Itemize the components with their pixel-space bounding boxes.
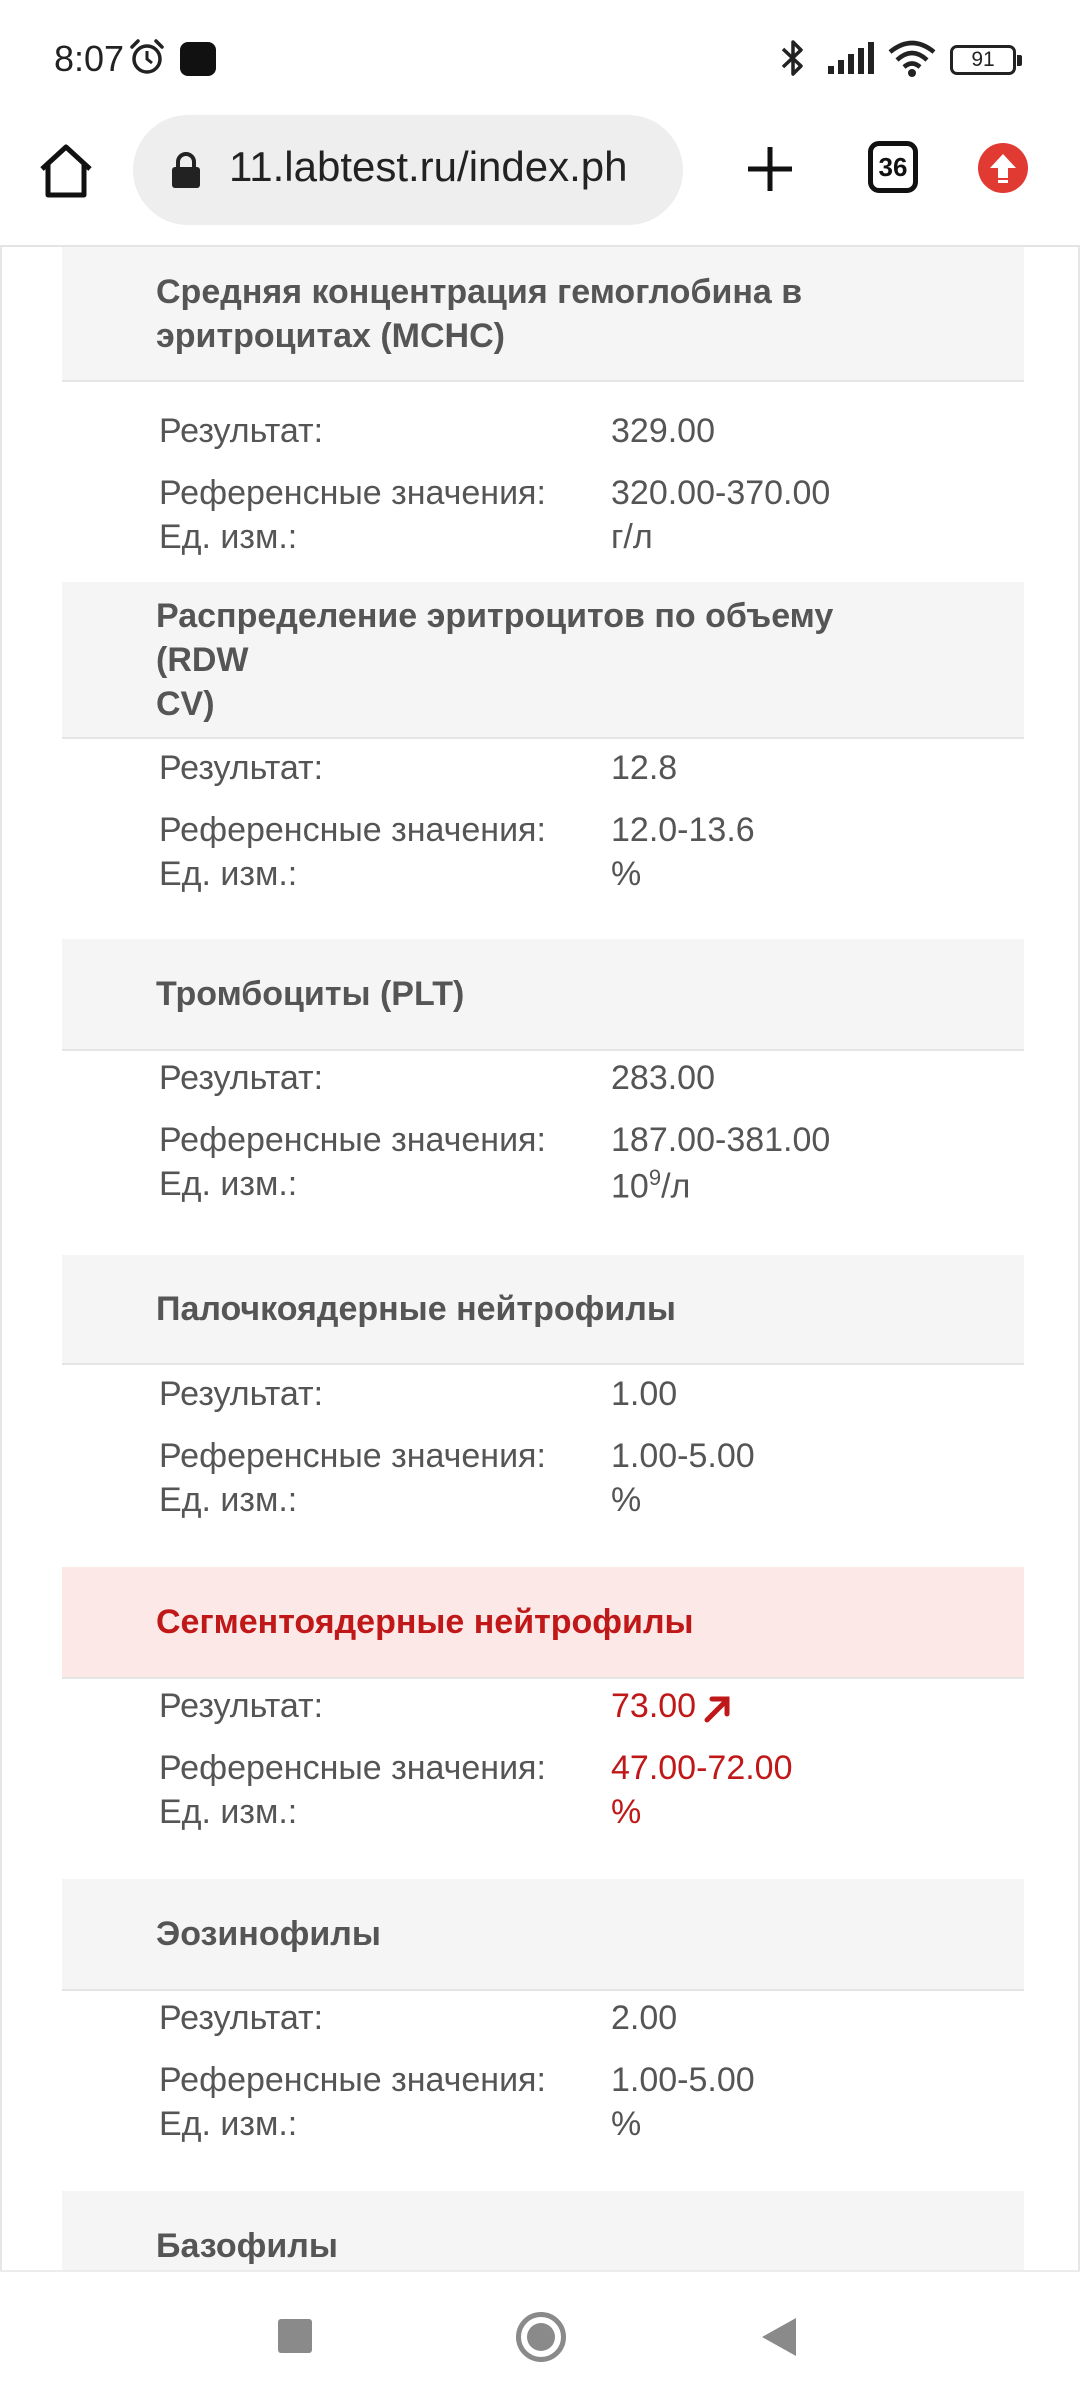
result-number: 73.00 <box>611 1687 697 1725</box>
unit-label: Ед. изм.: <box>159 855 298 893</box>
result-section-eosinophils: Эозинофилы Результат: 2.00 Референсные з… <box>2 1879 1078 2191</box>
browser-toolbar: 11.labtest.ru/index.ph 36 <box>0 115 1080 247</box>
system-nav-bar <box>0 2270 1080 2400</box>
update-button[interactable] <box>978 143 1028 193</box>
wifi-icon <box>888 40 936 77</box>
section-header: Палочкоядерные нейтрофилы <box>62 1255 1024 1365</box>
above-range-arrow-icon <box>704 1696 730 1723</box>
result-label: Результат: <box>159 1999 324 2037</box>
result-section-basophils: Базофилы <box>2 2191 1078 2270</box>
section-title-line: CV) <box>156 684 215 723</box>
recents-button[interactable] <box>278 2319 312 2353</box>
reference-label: Референсные значения: <box>159 1437 546 1475</box>
section-header: Распределение эритроцитов по объему (RDW… <box>62 582 1024 739</box>
unit-value: % <box>611 1793 642 1831</box>
section-title-line: эритроцитах (MCHC) <box>156 316 505 355</box>
status-bar: 8:07 91 <box>0 0 1080 115</box>
home-icon[interactable] <box>36 141 96 201</box>
bluetooth-icon <box>781 40 803 76</box>
section-header: Тромбоциты (PLT) <box>62 939 1024 1051</box>
section-title: Тромбоциты (PLT) <box>156 975 465 1013</box>
reference-label: Референсные значения: <box>159 1121 546 1159</box>
url-text[interactable]: 11.labtest.ru/index.ph <box>229 143 669 191</box>
lock-icon <box>172 152 200 188</box>
result-value: 329.00 <box>611 412 715 450</box>
result-label: Результат: <box>159 1059 324 1097</box>
reference-label: Референсные значения: <box>159 2061 546 2099</box>
unit-value: % <box>611 2105 642 2143</box>
battery-indicator: 91 <box>950 45 1022 75</box>
unit-label: Ед. изм.: <box>159 518 298 556</box>
reference-label: Референсные значения: <box>159 811 546 849</box>
reference-label: Референсные значения: <box>159 1749 546 1787</box>
section-header: Эозинофилы <box>62 1879 1024 1991</box>
section-title: Палочкоядерные нейтрофилы <box>156 1290 676 1328</box>
unit-tail: /л <box>661 1167 691 1206</box>
back-button[interactable] <box>762 2318 796 2356</box>
reference-value: 187.00-381.00 <box>611 1121 831 1159</box>
unit-exponent: 9 <box>648 1165 662 1190</box>
reference-value: 12.0-13.6 <box>611 811 755 849</box>
reference-value: 1.00-5.00 <box>611 1437 755 1475</box>
arrow-up-icon <box>990 154 1016 183</box>
section-title: Базофилы <box>156 2227 338 2265</box>
unit-label: Ед. изм.: <box>159 1165 298 1203</box>
result-value: 1.00 <box>611 1375 678 1413</box>
result-value: 12.8 <box>611 749 678 787</box>
section-title-line: Средняя концентрация гемоглобина в <box>156 272 803 311</box>
status-time: 8:07 <box>54 38 125 79</box>
unit-label: Ед. изм.: <box>159 2105 298 2143</box>
tab-switcher-button[interactable]: 36 <box>868 141 918 193</box>
result-label: Результат: <box>159 412 324 450</box>
result-section-mchc: Средняя концентрация гемоглобина в эритр… <box>2 247 1078 582</box>
unit-value: г/л <box>611 518 653 556</box>
alarm-icon <box>130 39 164 74</box>
section-title: Сегментоядерные нейтрофилы <box>156 1603 694 1641</box>
reference-value: 1.00-5.00 <box>611 2061 755 2099</box>
section-header: Базофилы <box>62 2191 1024 2270</box>
result-label: Результат: <box>159 1375 324 1413</box>
unit-value: % <box>611 855 642 893</box>
section-header-alert: Сегментоядерные нейтрофилы <box>62 1567 1024 1679</box>
address-bar[interactable]: 11.labtest.ru/index.ph <box>133 115 683 225</box>
result-section-plt: Тромбоциты (PLT) Результат: 283.00 Рефер… <box>2 939 1078 1255</box>
signal-icon <box>828 42 874 74</box>
result-label: Результат: <box>159 1687 324 1725</box>
result-label: Результат: <box>159 749 324 787</box>
unit-value: 109/л <box>611 1165 690 1206</box>
reference-value: 47.00-72.00 <box>611 1749 793 1787</box>
reference-label: Референсные значения: <box>159 474 546 512</box>
result-value: 283.00 <box>611 1059 715 1097</box>
result-value: 2.00 <box>611 1999 678 2037</box>
lab-results-list[interactable]: Средняя концентрация гемоглобина в эритр… <box>0 247 1080 2270</box>
result-section-segmented-neutrophils: Сегментоядерные нейтрофилы Результат: 73… <box>2 1567 1078 1879</box>
unit-value: % <box>611 1481 642 1519</box>
home-button[interactable] <box>516 2312 566 2362</box>
section-title-line: Распределение эритроцитов по объему (RDW <box>156 596 834 679</box>
result-value: 73.00 <box>611 1687 732 1726</box>
unit-label: Ед. изм.: <box>159 1793 298 1831</box>
unit-base: 10 <box>611 1167 649 1206</box>
result-section-band-neutrophils: Палочкоядерные нейтрофилы Результат: 1.0… <box>2 1255 1078 1567</box>
section-header: Средняя концентрация гемоглобина в эритр… <box>62 247 1024 382</box>
new-tab-icon[interactable] <box>742 141 798 197</box>
result-section-rdw: Распределение эритроцитов по объему (RDW… <box>2 582 1078 939</box>
section-title: Эозинофилы <box>156 1915 381 1953</box>
unit-label: Ед. изм.: <box>159 1481 298 1519</box>
reference-value: 320.00-370.00 <box>611 474 831 512</box>
app-notification-icon <box>180 42 216 76</box>
